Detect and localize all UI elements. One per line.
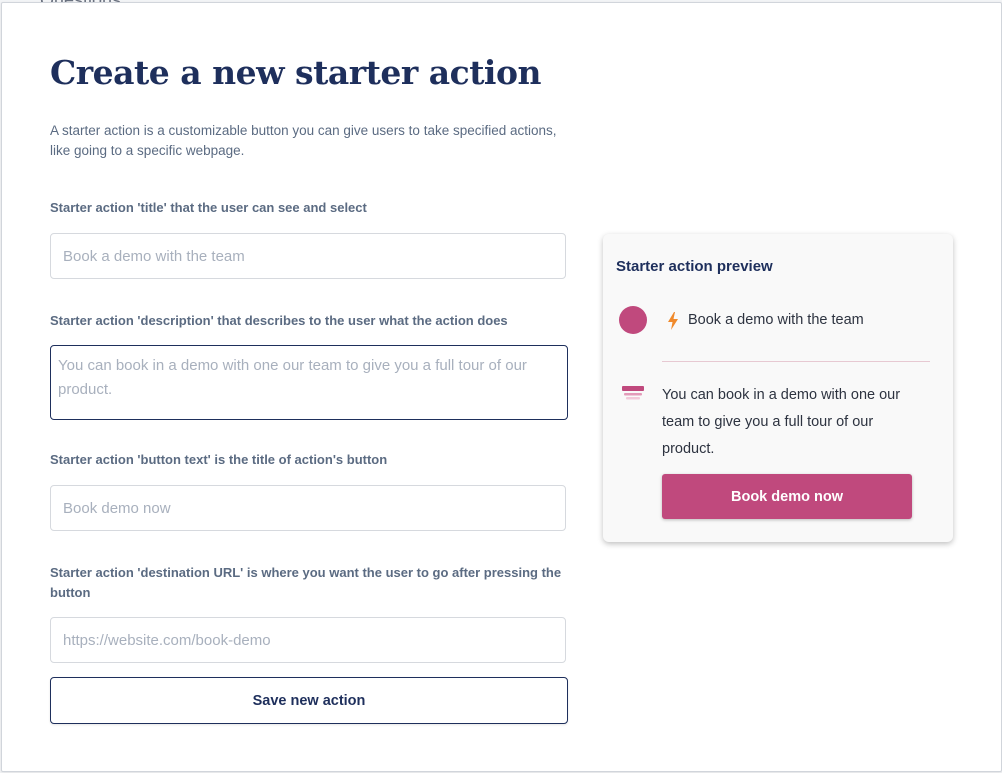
button-text-input[interactable] <box>50 485 566 531</box>
avatar-dot <box>619 306 647 334</box>
page-title: Create a new starter action <box>50 53 541 92</box>
create-starter-action-modal: Create a new starter action A starter ac… <box>1 2 1002 772</box>
lightning-bolt-icon <box>668 312 678 330</box>
save-new-action-button[interactable]: Save new action <box>50 677 568 724</box>
preview-description: You can book in a demo with one our team… <box>662 387 901 457</box>
button-text-field-label: Starter action 'button text' is the titl… <box>50 452 388 467</box>
description-field-label: Starter action 'description' that descri… <box>50 313 508 328</box>
intro-text: A starter action is a customizable butto… <box>50 123 557 158</box>
title-input[interactable] <box>50 233 566 279</box>
description-textarea[interactable] <box>50 345 568 420</box>
preview-book-demo-button[interactable]: Book demo now <box>662 474 912 519</box>
title-field-label: Starter action 'title' that the user can… <box>50 200 367 215</box>
starter-action-preview-card: Starter action preview Book a demo with … <box>603 234 953 542</box>
preview-action-title: Book a demo with the team <box>688 312 864 328</box>
preview-heading: Starter action preview <box>616 258 773 275</box>
preview-divider <box>662 361 930 362</box>
url-input[interactable] <box>50 617 566 663</box>
url-field-label: Starter action 'destination URL' is wher… <box>50 565 562 600</box>
description-icon <box>622 386 644 400</box>
